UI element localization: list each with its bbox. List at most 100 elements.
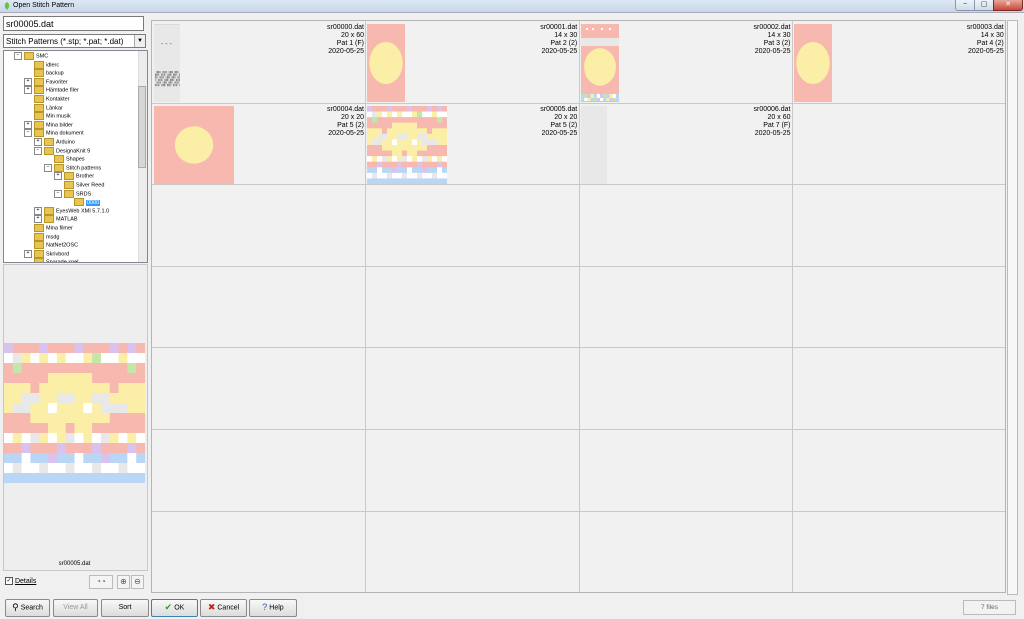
minimize-button[interactable]: − [955,0,975,11]
collapse-icon[interactable]: − [44,163,52,172]
pattern-date: 2020-05-25 [541,48,578,55]
tree-item-label: Kontakter [46,96,70,103]
tree-item-label: backup [46,70,64,77]
pattern-tile[interactable]: sr00006.dat 20 x 60 Pat 7 (F) 2020-05-25 [580,104,793,185]
collapse-icon[interactable]: − [24,129,32,138]
pattern-tile[interactable]: - - - sr00000.dat 20 x 60 Pat 1 (F) 2020-05-… [153,22,366,103]
tree-scroll-thumb[interactable] [138,86,146,168]
pattern-tile[interactable]: sr00004.dat 20 x 20 Pat 5 (2) 2020-05-25 [153,104,366,185]
expand-icon[interactable]: + [24,249,32,258]
expand-icon[interactable]: + [24,120,32,129]
pattern-tile[interactable]: sr00001.dat 14 x 30 Pat 2 (2) 2020-05-25 [366,22,579,103]
maximize-button[interactable]: ▢ [974,0,994,11]
pattern-tile[interactable]: sr00002.dat 14 x 30 Pat 3 (2) 2020-05-25 [580,22,793,103]
tree-item-label: DesignaKnit 9 [56,148,91,155]
folder-tree[interactable]: − SMC idlerc backup + Favoriter + Hämtade filer… [3,50,148,263]
expand-icon[interactable]: + [24,77,32,86]
folder-icon [34,249,44,258]
close-button[interactable]: ✕ [993,0,1023,11]
pattern-info: sr00006.dat 20 x 60 Pat 7 (F) 2020-05-25 [754,106,791,138]
folder-icon [34,112,44,121]
folder-icon [74,198,84,207]
details-check-icon[interactable]: ✓ [5,577,13,585]
pattern-grid[interactable]: - - - sr00000.dat 20 x 60 Pat 1 (F) 2020-05-… [151,20,1006,593]
tree-item-label: idlerc [46,62,60,69]
zoom-in-icon[interactable]: ⊕ [117,575,130,589]
expand-icon[interactable]: + [34,206,42,215]
folder-icon [44,138,54,146]
sort-label: Sort [118,604,132,611]
pattern-name: sr00006.dat [753,105,791,113]
folder-icon [34,129,44,138]
pattern-pat: Pat 2 (2) [550,40,578,47]
cancel-button[interactable]: ✖ Cancel [200,599,247,617]
glasses-icon[interactable]: ◔◔ [89,575,113,589]
folder-icon [54,155,64,164]
pattern-name: sr00001.dat [540,24,578,31]
folder-icon [54,163,64,172]
folder-icon [44,146,54,155]
pattern-thumbnail[interactable]: - - - [154,24,180,102]
pattern-thumbnail[interactable] [580,24,619,102]
file-type-select[interactable]: Stitch Patterns (*.stp; *.pat; *.dat) ▼ [3,34,146,48]
tree-item-label: Stitch patterns [66,165,102,172]
pattern-date: 2020-05-25 [754,48,791,55]
folder-icon [34,77,44,86]
pattern-size: 20 x 20 [341,113,364,121]
pattern-thumbnail[interactable] [580,105,607,184]
preview-pane [3,264,148,571]
pattern-pat: Pat 1 (F) [336,40,364,47]
sort-button[interactable]: Sort [101,599,149,617]
tree-item-label: Arduino [56,139,75,146]
zoom-out-icon[interactable]: ⊖ [131,575,144,589]
help-button[interactable]: ? Help [249,599,297,617]
tree-item-label: Sparade spel [46,259,79,263]
tree-item[interactable]: Sparade spel [24,258,79,263]
expand-icon[interactable]: + [54,172,62,181]
tree-scrollbar[interactable] [138,51,147,262]
pattern-pat: Pat 4 (2) [976,40,1004,47]
search-icon: ⚲ [12,602,19,612]
pattern-info: sr00000.dat 20 x 60 Pat 1 (F) 2020-05-25 [327,24,364,56]
pattern-size: 20 x 60 [767,113,791,121]
collapse-icon[interactable]: − [54,189,62,198]
folder-icon [24,52,34,60]
tree-item-label: Hämtade filer [46,87,79,94]
file-type-selected: Stitch Patterns (*.stp; *.pat; *.dat) [6,37,124,46]
preview-image [4,343,145,483]
collapse-icon[interactable]: − [34,146,42,155]
folder-icon [34,60,44,69]
tree-item-label: SRDS [76,191,92,198]
pattern-tile[interactable]: sr00005.dat 20 x 20 Pat 5 (2) 2020-05-25 [366,104,579,185]
pattern-tile[interactable]: sr00003.dat 14 x 30 Pat 4 (2) 2020-05-25 [793,22,1006,103]
details-checkbox[interactable]: ✓ Details [5,577,36,585]
pattern-size: 20 x 20 [554,113,578,121]
folder-icon [64,189,74,198]
cancel-label: Cancel [217,604,240,612]
folder-icon [34,241,44,250]
chevron-down-icon[interactable]: ▼ [134,35,145,47]
expand-icon[interactable]: + [24,86,32,95]
expand-icon[interactable]: + [34,215,42,224]
file-name-input[interactable]: sr00005.dat [3,16,144,31]
pattern-pat: Pat 5 (2) [337,121,364,129]
svg-text:- - -: - - - [161,41,173,48]
tree-item-label: EyesWeb XMI 5.7.1.0 [56,208,110,215]
folder-icon [34,69,44,78]
search-button[interactable]: ⚲ Search [5,599,50,617]
expand-icon[interactable]: + [34,138,42,146]
tree-item-label: Mina bilder [46,122,73,129]
folder-icon [34,258,44,262]
pattern-thumbnail[interactable] [154,105,234,184]
window-title: Open Stitch Pattern [13,2,75,9]
tree-item-label: Mina filmer [46,225,73,232]
grid-scrollbar[interactable] [1007,20,1018,595]
tree-item-label: Brother [76,173,95,180]
ok-button[interactable]: ✔ OK [151,599,198,617]
pattern-date: 2020-05-25 [328,48,364,55]
pattern-thumbnail[interactable] [367,105,448,184]
pattern-thumbnail[interactable] [793,24,832,102]
collapse-icon[interactable]: − [14,52,22,60]
view-all-button[interactable]: View All [53,599,98,617]
pattern-thumbnail[interactable] [367,24,406,102]
